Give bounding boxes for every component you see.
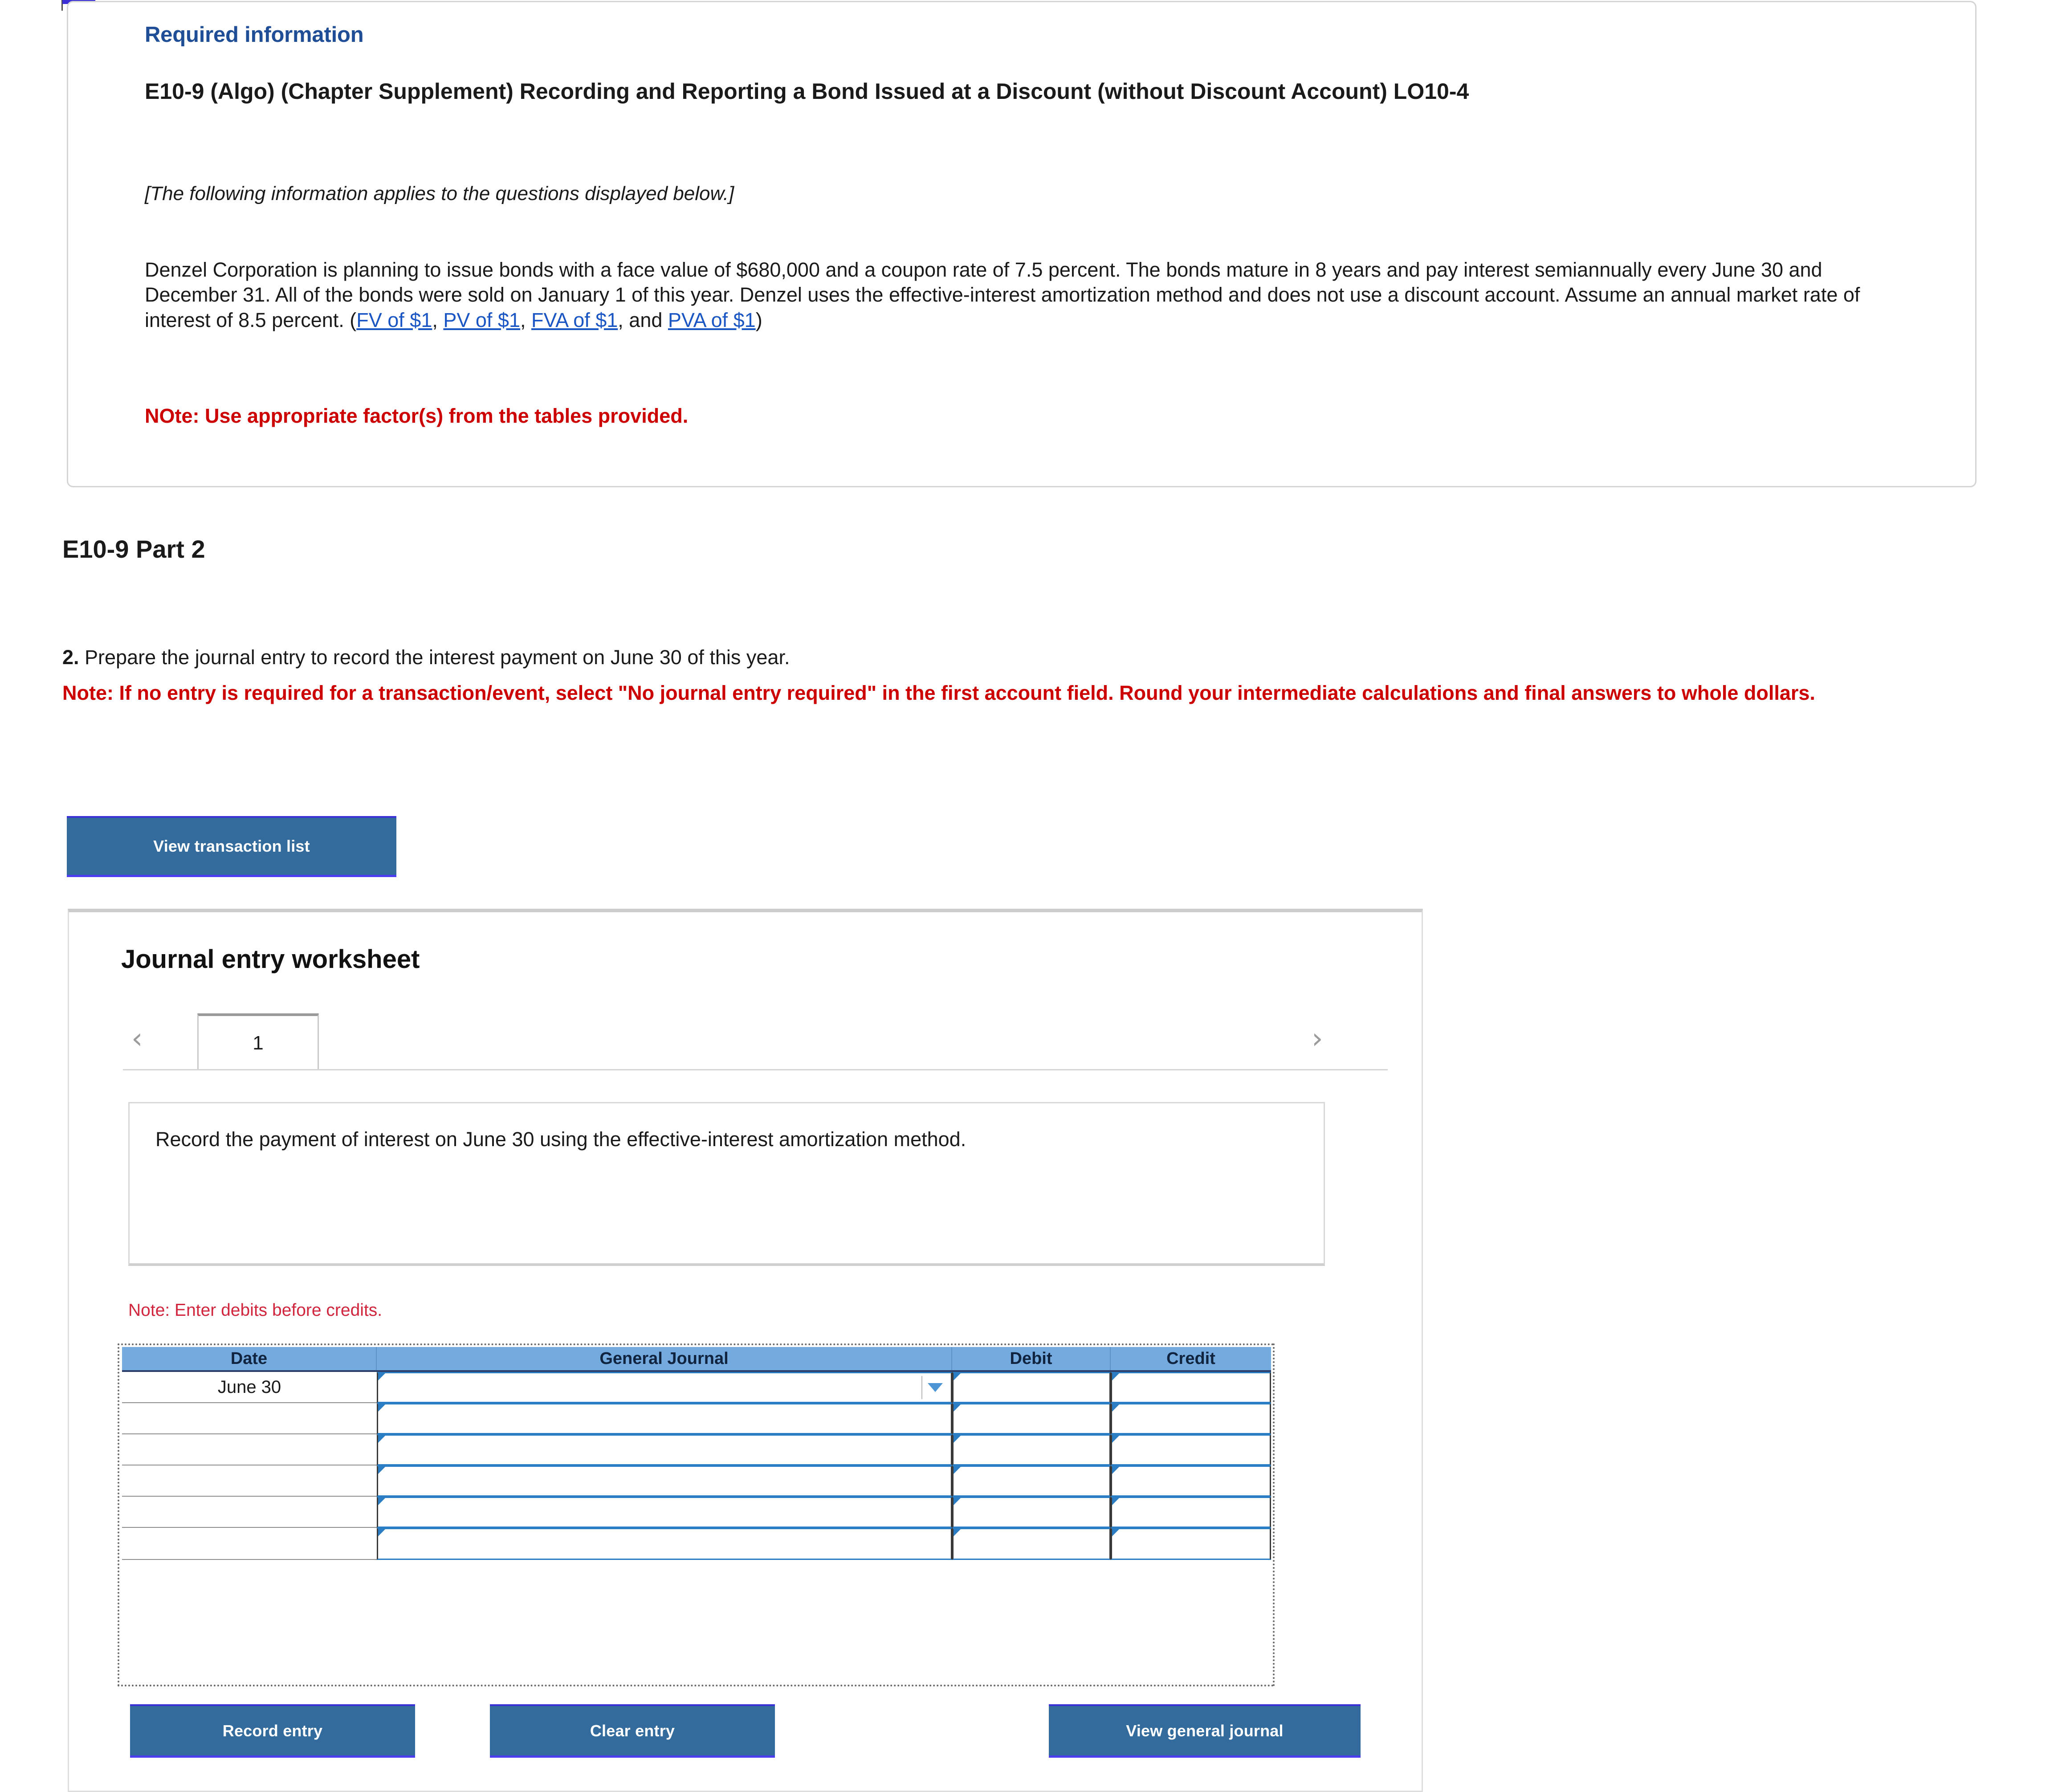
cell-corner-marker-icon xyxy=(1112,1498,1119,1505)
tab-strip-underline xyxy=(123,1069,1388,1070)
cell-corner-marker-icon xyxy=(1112,1436,1119,1443)
previous-entry-chevron-icon[interactable]: ‹ xyxy=(131,1025,143,1053)
cell-credit-5[interactable] xyxy=(1111,1497,1271,1528)
table-row xyxy=(122,1434,1271,1465)
cell-corner-marker-icon xyxy=(954,1529,961,1536)
table-row xyxy=(122,1403,1271,1434)
cell-corner-marker-icon xyxy=(1112,1529,1119,1536)
cell-debit-6[interactable] xyxy=(952,1528,1111,1560)
cell-general-journal-1[interactable] xyxy=(377,1372,952,1403)
view-transaction-list-button[interactable]: View transaction list xyxy=(67,816,396,877)
cell-corner-marker-icon xyxy=(954,1467,961,1474)
paragraph-closing-paren: ) xyxy=(755,308,762,331)
page-title: E10-9 Part 2 xyxy=(62,535,205,563)
cell-debit-3[interactable] xyxy=(952,1434,1111,1465)
applies-note: [The following information applies to th… xyxy=(145,183,734,204)
cell-credit-4[interactable] xyxy=(1111,1465,1271,1497)
cell-date-5 xyxy=(122,1497,377,1528)
cell-general-journal-2[interactable] xyxy=(377,1403,952,1434)
view-general-journal-button[interactable]: View general journal xyxy=(1049,1704,1361,1758)
cell-corner-marker-icon xyxy=(378,1467,385,1474)
tables-note: NOte: Use appropriate factor(s) from the… xyxy=(145,404,689,427)
cell-date-3 xyxy=(122,1434,377,1465)
cell-general-journal-6[interactable] xyxy=(377,1528,952,1560)
column-header-general-journal: General Journal xyxy=(377,1347,952,1370)
cell-corner-marker-icon xyxy=(954,1498,961,1505)
problem-paragraph: Denzel Corporation is planning to issue … xyxy=(145,257,1891,333)
next-entry-chevron-icon[interactable]: › xyxy=(1312,1025,1323,1053)
table-row xyxy=(122,1497,1271,1528)
chevron-down-icon[interactable] xyxy=(928,1383,943,1392)
cell-credit-6[interactable] xyxy=(1111,1528,1271,1560)
cell-general-journal-4[interactable] xyxy=(377,1465,952,1497)
tab-entry-1[interactable]: 1 xyxy=(197,1013,319,1070)
exercise-title: E10-9 (Algo) (Chapter Supplement) Record… xyxy=(145,79,1469,104)
cell-debit-1[interactable] xyxy=(952,1372,1111,1403)
cell-corner-marker-icon xyxy=(378,1373,385,1380)
transaction-description-box: Record the payment of interest on June 3… xyxy=(128,1102,1325,1266)
cell-corner-marker-icon xyxy=(954,1436,961,1443)
cell-date-1: June 30 xyxy=(122,1372,377,1403)
cell-debit-5[interactable] xyxy=(952,1497,1111,1528)
link-fva-of-1[interactable]: FVA of $1 xyxy=(531,309,618,331)
question-text: Prepare the journal entry to record the … xyxy=(79,646,790,669)
table-row: June 30 xyxy=(122,1372,1271,1403)
cell-general-journal-3[interactable] xyxy=(377,1434,952,1465)
cell-corner-marker-icon xyxy=(378,1404,385,1412)
cell-debit-2[interactable] xyxy=(952,1403,1111,1434)
cell-corner-marker-icon xyxy=(378,1436,385,1443)
cell-corner-marker-icon xyxy=(378,1498,385,1505)
table-row xyxy=(122,1528,1271,1560)
cell-corner-marker-icon xyxy=(954,1404,961,1412)
cell-corner-marker-icon xyxy=(1112,1467,1119,1474)
cell-date-2 xyxy=(122,1403,377,1434)
journal-entry-table: Date General Journal Debit Credit June 3… xyxy=(118,1343,1275,1686)
cell-general-journal-5[interactable] xyxy=(377,1497,952,1528)
dropdown-separator xyxy=(921,1376,922,1399)
enter-debits-note: Note: Enter debits before credits. xyxy=(128,1301,383,1320)
question-line: 2. Prepare the journal entry to record t… xyxy=(62,646,790,669)
cell-date-6 xyxy=(122,1528,377,1560)
cell-credit-3[interactable] xyxy=(1111,1434,1271,1465)
cell-credit-2[interactable] xyxy=(1111,1403,1271,1434)
cell-date-4 xyxy=(122,1465,377,1497)
journal-table-header-row: Date General Journal Debit Credit xyxy=(122,1347,1271,1372)
link-separator-1: , xyxy=(432,308,444,331)
cell-credit-1[interactable] xyxy=(1111,1372,1271,1403)
link-separator-2: , xyxy=(520,308,531,331)
question-number: 2. xyxy=(62,646,79,669)
cell-debit-4[interactable] xyxy=(952,1465,1111,1497)
link-fv-of-1[interactable]: FV of $1 xyxy=(356,309,432,331)
record-entry-button[interactable]: Record entry xyxy=(130,1704,415,1758)
clear-entry-button[interactable]: Clear entry xyxy=(490,1704,775,1758)
column-header-debit: Debit xyxy=(952,1347,1111,1370)
worksheet-title: Journal entry worksheet xyxy=(121,945,420,974)
table-row xyxy=(122,1465,1271,1497)
cell-corner-marker-icon xyxy=(954,1373,961,1380)
required-information-label: Required information xyxy=(145,23,364,47)
link-pva-of-1[interactable]: PVA of $1 xyxy=(668,309,756,331)
cell-corner-marker-icon xyxy=(378,1529,385,1536)
cell-corner-marker-icon xyxy=(1112,1404,1119,1412)
column-header-credit: Credit xyxy=(1166,1349,1215,1368)
link-separator-3: , and xyxy=(618,308,668,331)
link-pv-of-1[interactable]: PV of $1 xyxy=(443,309,520,331)
question-red-note: Note: If no entry is required for a tran… xyxy=(62,682,1815,704)
column-header-date: Date xyxy=(122,1347,377,1370)
cell-corner-marker-icon xyxy=(1112,1373,1119,1380)
